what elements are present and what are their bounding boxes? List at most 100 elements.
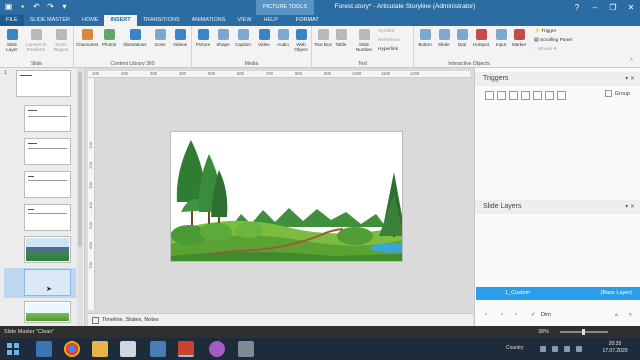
delete-layer-icon[interactable]: ▫ — [515, 308, 517, 322]
layout-thumbnail-mountain[interactable] — [24, 236, 71, 263]
tab-file[interactable]: FILE — [0, 15, 24, 26]
new-layer-icon[interactable]: ▫ — [485, 308, 487, 322]
table-button[interactable]: Table — [332, 29, 350, 47]
slider-button[interactable]: Slider — [435, 29, 453, 47]
move-up-icon[interactable] — [545, 90, 554, 100]
tab-help[interactable]: HELP — [258, 15, 284, 26]
ruler-tick: 700 — [266, 71, 273, 76]
paste-trigger-icon[interactable] — [521, 90, 530, 100]
hotspot-button[interactable]: Hotspot — [472, 29, 490, 47]
layout-thumbnail[interactable]: ▬▬▬ — [24, 138, 71, 165]
ie-icon[interactable] — [36, 341, 52, 357]
layout-thumbnail-forest[interactable] — [24, 301, 71, 323]
folder-icon[interactable] — [238, 341, 254, 357]
button-button[interactable]: Button — [416, 29, 434, 47]
trigger-button[interactable]: ⚡ Trigger — [534, 29, 556, 34]
chrome-icon[interactable] — [64, 341, 80, 357]
panel-menu-icon[interactable]: ▾ ✕ — [625, 72, 635, 86]
video-button[interactable]: Video — [255, 29, 273, 47]
clock-time: 20:35 — [608, 341, 622, 347]
tab-format[interactable]: FORMAT — [290, 15, 325, 26]
picture-button[interactable]: Picture — [194, 29, 212, 47]
group-checkbox-box[interactable] — [604, 90, 612, 97]
forest-landscape-picture[interactable] — [171, 132, 403, 262]
delete-trigger-icon[interactable] — [533, 90, 542, 100]
file-explorer-icon[interactable] — [92, 341, 108, 357]
base-layer-row[interactable]: 1_Custom (Base Layer) — [476, 287, 640, 300]
edit-trigger-icon[interactable] — [497, 90, 506, 100]
zoom-slider[interactable] — [560, 329, 608, 335]
ruler-tick: 1200 — [410, 71, 420, 76]
layout-thumbnail[interactable]: ▬▬▬ — [24, 105, 71, 132]
illustrations-button[interactable]: Illustrations — [120, 29, 150, 47]
help-icon[interactable]: ? — [568, 0, 586, 15]
slide-stage[interactable] — [170, 131, 403, 262]
mouse-button[interactable]: ◌ Mouse ▾ — [534, 47, 556, 52]
group-checkbox[interactable]: Group — [604, 90, 630, 97]
duplicate-layer-icon[interactable]: ▫ — [501, 308, 503, 322]
slide-group-label: Slide — [30, 61, 43, 67]
collapse-ribbon-icon[interactable]: ˄ — [630, 58, 633, 63]
tab-view[interactable]: VIEW — [231, 15, 257, 26]
move-layer-up-icon[interactable]: ▵ — [615, 308, 618, 322]
layout-thumbnail-selected[interactable]: ➤ — [24, 269, 71, 296]
panel-menu-icon[interactable]: ▾ ✕ — [625, 200, 635, 214]
marker-button[interactable]: Marker — [510, 29, 528, 47]
start-button[interactable] — [5, 341, 21, 357]
timeline-states-notes-bar[interactable]: Timeline, States, Notes — [88, 313, 473, 326]
slide-number-button[interactable]: Slide Number — [352, 29, 376, 52]
layout-thumbnail[interactable]: ▬▬ — [24, 204, 71, 231]
hyperlink-button[interactable]: Hyperlink — [378, 47, 398, 52]
caption-button[interactable]: Caption — [233, 29, 253, 47]
network-icon[interactable] — [552, 346, 558, 352]
scrolling-panel-button[interactable]: ▤ Scrolling Panel — [534, 38, 572, 43]
tab-transitions[interactable]: TRANSITIONS — [137, 15, 186, 26]
reference-button[interactable]: Reference — [378, 38, 400, 43]
move-down-icon[interactable] — [557, 90, 566, 100]
content-library-group: Characters Photos Illustrations Icons Vi… — [74, 26, 192, 68]
photos-button[interactable]: Photos — [100, 29, 118, 47]
move-layer-down-icon[interactable]: ▿ — [629, 308, 632, 322]
powerpoint-icon[interactable] — [178, 341, 194, 357]
storyline-icon[interactable] — [209, 341, 225, 357]
language-indicator[interactable]: Соuntry — [506, 345, 524, 351]
icons-button[interactable]: Icons — [151, 29, 169, 47]
scrollbar-thumb[interactable] — [78, 72, 82, 247]
restore-button[interactable]: ❐ — [604, 0, 622, 15]
battery-icon[interactable] — [576, 346, 582, 352]
layout-thumbnail[interactable]: ▬▬ — [24, 171, 71, 198]
clock[interactable]: 20:35 17.07.2020 — [600, 341, 630, 355]
dial-button[interactable]: Dial — [453, 29, 471, 47]
dim-check-icon[interactable]: ✓ — [531, 308, 536, 322]
convert-to-freeform-button[interactable]: Convert to Freeform — [24, 29, 48, 52]
text-box-button[interactable]: Text Box — [314, 29, 332, 47]
symbol-button[interactable]: Symbol — [378, 29, 394, 34]
media-player-icon[interactable] — [120, 341, 136, 357]
input-button[interactable]: Input — [492, 29, 510, 47]
volume-icon[interactable] — [564, 346, 570, 352]
zoom-region-button[interactable]: Zoom Region — [50, 29, 72, 52]
shape-button[interactable]: Shape — [214, 29, 232, 47]
tab-animations[interactable]: ANIMATIONS — [186, 15, 232, 26]
customize-dropdown-icon[interactable]: ▾ — [60, 2, 69, 12]
tab-home[interactable]: HOME — [76, 15, 105, 26]
redo-icon[interactable]: ↷ — [46, 2, 55, 12]
undo-icon[interactable]: ↶ — [32, 2, 41, 12]
tab-slide-master[interactable]: SLIDE MASTER — [24, 15, 76, 26]
monitor-icon[interactable] — [150, 341, 166, 357]
slides-scrollbar[interactable] — [77, 68, 83, 326]
copy-trigger-icon[interactable] — [509, 90, 518, 100]
videos-button[interactable]: Videos — [171, 29, 189, 47]
new-trigger-icon[interactable] — [485, 90, 494, 100]
slide-master-thumbnail[interactable]: ▬▬▬▬ — [16, 70, 71, 97]
save-icon[interactable]: ▪ — [18, 2, 27, 12]
web-object-button[interactable]: Web Object — [292, 29, 310, 52]
close-button[interactable]: ✕ — [622, 0, 640, 15]
slide-layer-button[interactable]: Slide Layer — [3, 29, 21, 52]
characters-button[interactable]: Characters — [76, 29, 98, 47]
tab-insert[interactable]: INSERT — [104, 15, 137, 26]
audio-button[interactable]: Audio — [274, 29, 292, 47]
vertical-ruler: 100 200 300 400 500 600 700 — [88, 78, 95, 310]
minimize-button[interactable]: – — [586, 0, 604, 15]
tray-icon[interactable] — [540, 346, 546, 352]
